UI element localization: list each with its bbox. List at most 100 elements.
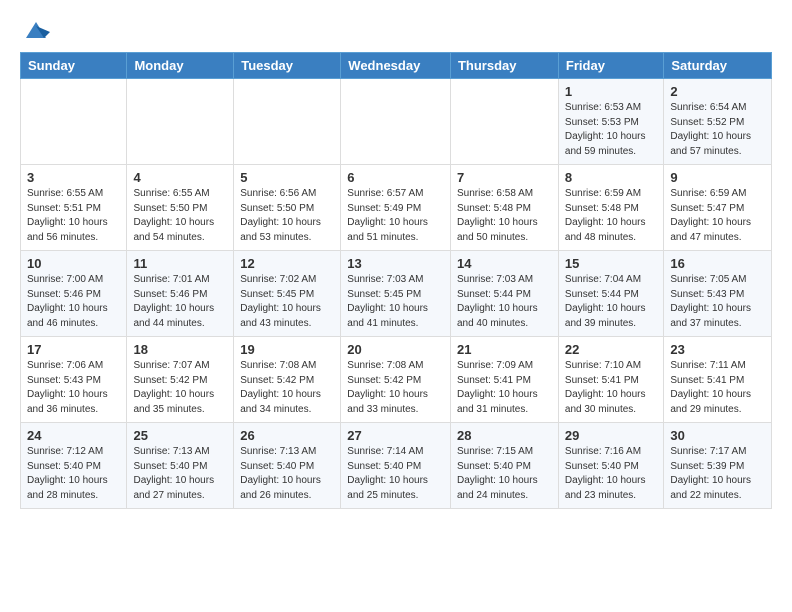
day-number: 17: [27, 342, 120, 357]
calendar-cell: 14 Sunrise: 7:03 AM Sunset: 5:44 PM Dayli…: [450, 251, 558, 337]
day-number: 8: [565, 170, 657, 185]
day-number: 14: [457, 256, 552, 271]
day-info: Sunrise: 7:10 AM Sunset: 5:41 PM Dayligh…: [565, 359, 657, 417]
day-number: 22: [565, 342, 657, 357]
calendar-cell: 6 Sunrise: 6:57 AM Sunset: 5:49 PM Daylig…: [341, 165, 451, 251]
day-number: 13: [347, 256, 444, 271]
weekday-header-thursday: Thursday: [450, 53, 558, 79]
weekday-header-friday: Friday: [558, 53, 663, 79]
day-number: 11: [133, 256, 227, 271]
day-info: Sunrise: 7:04 AM Sunset: 5:44 PM Dayligh…: [565, 273, 657, 331]
day-info: Sunrise: 7:08 AM Sunset: 5:42 PM Dayligh…: [240, 359, 334, 417]
calendar-cell: 4 Sunrise: 6:55 AM Sunset: 5:50 PM Daylig…: [127, 165, 234, 251]
logo-text-block: [20, 16, 50, 40]
calendar-cell: [450, 79, 558, 165]
day-number: 6: [347, 170, 444, 185]
calendar-cell: 19 Sunrise: 7:08 AM Sunset: 5:42 PM Dayli…: [234, 337, 341, 423]
day-info: Sunrise: 6:54 AM Sunset: 5:52 PM Dayligh…: [670, 101, 765, 159]
day-info: Sunrise: 7:16 AM Sunset: 5:40 PM Dayligh…: [565, 445, 657, 503]
calendar-cell: 21 Sunrise: 7:09 AM Sunset: 5:41 PM Dayli…: [450, 337, 558, 423]
weekday-header-monday: Monday: [127, 53, 234, 79]
day-number: 23: [670, 342, 765, 357]
calendar-cell: 8 Sunrise: 6:59 AM Sunset: 5:48 PM Daylig…: [558, 165, 663, 251]
day-info: Sunrise: 6:53 AM Sunset: 5:53 PM Dayligh…: [565, 101, 657, 159]
day-info: Sunrise: 6:55 AM Sunset: 5:51 PM Dayligh…: [27, 187, 120, 245]
day-number: 19: [240, 342, 334, 357]
day-number: 2: [670, 84, 765, 99]
calendar-cell: 2 Sunrise: 6:54 AM Sunset: 5:52 PM Daylig…: [664, 79, 772, 165]
weekday-header-sunday: Sunday: [21, 53, 127, 79]
calendar-cell: 22 Sunrise: 7:10 AM Sunset: 5:41 PM Dayli…: [558, 337, 663, 423]
day-number: 7: [457, 170, 552, 185]
day-number: 3: [27, 170, 120, 185]
calendar-cell: 9Sunrise: 6:59 AM Sunset: 5:47 PM Daylig…: [664, 165, 772, 251]
day-number: 27: [347, 428, 444, 443]
week-row-3: 10Sunrise: 7:00 AM Sunset: 5:46 PM Dayli…: [21, 251, 772, 337]
day-info: Sunrise: 6:59 AM Sunset: 5:48 PM Dayligh…: [565, 187, 657, 245]
calendar-cell: 5 Sunrise: 6:56 AM Sunset: 5:50 PM Daylig…: [234, 165, 341, 251]
logo: [20, 16, 50, 40]
calendar-cell: 26Sunrise: 7:13 AM Sunset: 5:40 PM Dayli…: [234, 423, 341, 509]
calendar-cell: 30 Sunrise: 7:17 AM Sunset: 5:39 PM Dayli…: [664, 423, 772, 509]
calendar-cell: 28 Sunrise: 7:15 AM Sunset: 5:40 PM Dayli…: [450, 423, 558, 509]
day-info: Sunrise: 7:06 AM Sunset: 5:43 PM Dayligh…: [27, 359, 120, 417]
calendar-cell: 23Sunrise: 7:11 AM Sunset: 5:41 PM Dayli…: [664, 337, 772, 423]
calendar-cell: 17 Sunrise: 7:06 AM Sunset: 5:43 PM Dayli…: [21, 337, 127, 423]
day-info: Sunrise: 7:17 AM Sunset: 5:39 PM Dayligh…: [670, 445, 765, 503]
calendar-cell: 24 Sunrise: 7:12 AM Sunset: 5:40 PM Dayli…: [21, 423, 127, 509]
day-info: Sunrise: 7:14 AM Sunset: 5:40 PM Dayligh…: [347, 445, 444, 503]
day-number: 24: [27, 428, 120, 443]
day-info: Sunrise: 7:02 AM Sunset: 5:45 PM Dayligh…: [240, 273, 334, 331]
day-number: 18: [133, 342, 227, 357]
day-number: 30: [670, 428, 765, 443]
day-number: 20: [347, 342, 444, 357]
day-number: 16: [670, 256, 765, 271]
header: [20, 16, 772, 40]
day-number: 28: [457, 428, 552, 443]
day-number: 4: [133, 170, 227, 185]
week-row-1: 1 Sunrise: 6:53 AM Sunset: 5:53 PM Daylig…: [21, 79, 772, 165]
day-info: Sunrise: 6:58 AM Sunset: 5:48 PM Dayligh…: [457, 187, 552, 245]
calendar-cell: 29Sunrise: 7:16 AM Sunset: 5:40 PM Dayli…: [558, 423, 663, 509]
calendar-cell: 16 Sunrise: 7:05 AM Sunset: 5:43 PM Dayli…: [664, 251, 772, 337]
week-row-4: 17 Sunrise: 7:06 AM Sunset: 5:43 PM Dayli…: [21, 337, 772, 423]
day-number: 1: [565, 84, 657, 99]
day-number: 21: [457, 342, 552, 357]
calendar-cell: 10Sunrise: 7:00 AM Sunset: 5:46 PM Dayli…: [21, 251, 127, 337]
calendar-cell: 13 Sunrise: 7:03 AM Sunset: 5:45 PM Dayli…: [341, 251, 451, 337]
day-info: Sunrise: 7:01 AM Sunset: 5:46 PM Dayligh…: [133, 273, 227, 331]
day-info: Sunrise: 7:05 AM Sunset: 5:43 PM Dayligh…: [670, 273, 765, 331]
day-info: Sunrise: 6:59 AM Sunset: 5:47 PM Dayligh…: [670, 187, 765, 245]
calendar-cell: 18 Sunrise: 7:07 AM Sunset: 5:42 PM Dayli…: [127, 337, 234, 423]
page: SundayMondayTuesdayWednesdayThursdayFrid…: [0, 0, 792, 525]
calendar-cell: 27 Sunrise: 7:14 AM Sunset: 5:40 PM Dayli…: [341, 423, 451, 509]
week-row-2: 3 Sunrise: 6:55 AM Sunset: 5:51 PM Daylig…: [21, 165, 772, 251]
calendar-cell: 11 Sunrise: 7:01 AM Sunset: 5:46 PM Dayli…: [127, 251, 234, 337]
day-info: Sunrise: 7:13 AM Sunset: 5:40 PM Dayligh…: [133, 445, 227, 503]
calendar-cell: 20Sunrise: 7:08 AM Sunset: 5:42 PM Dayli…: [341, 337, 451, 423]
day-info: Sunrise: 7:03 AM Sunset: 5:44 PM Dayligh…: [457, 273, 552, 331]
day-info: Sunrise: 6:56 AM Sunset: 5:50 PM Dayligh…: [240, 187, 334, 245]
day-info: Sunrise: 7:00 AM Sunset: 5:46 PM Dayligh…: [27, 273, 120, 331]
day-info: Sunrise: 7:09 AM Sunset: 5:41 PM Dayligh…: [457, 359, 552, 417]
calendar-cell: [21, 79, 127, 165]
calendar-cell: [341, 79, 451, 165]
day-info: Sunrise: 6:57 AM Sunset: 5:49 PM Dayligh…: [347, 187, 444, 245]
calendar-cell: 15Sunrise: 7:04 AM Sunset: 5:44 PM Dayli…: [558, 251, 663, 337]
logo-icon: [22, 16, 50, 44]
week-row-5: 24 Sunrise: 7:12 AM Sunset: 5:40 PM Dayli…: [21, 423, 772, 509]
calendar-cell: 25Sunrise: 7:13 AM Sunset: 5:40 PM Dayli…: [127, 423, 234, 509]
calendar-table: SundayMondayTuesdayWednesdayThursdayFrid…: [20, 52, 772, 509]
day-number: 12: [240, 256, 334, 271]
calendar-cell: 12 Sunrise: 7:02 AM Sunset: 5:45 PM Dayli…: [234, 251, 341, 337]
day-info: Sunrise: 6:55 AM Sunset: 5:50 PM Dayligh…: [133, 187, 227, 245]
weekday-header-wednesday: Wednesday: [341, 53, 451, 79]
calendar-cell: 3 Sunrise: 6:55 AM Sunset: 5:51 PM Daylig…: [21, 165, 127, 251]
weekday-header-row: SundayMondayTuesdayWednesdayThursdayFrid…: [21, 53, 772, 79]
day-info: Sunrise: 7:15 AM Sunset: 5:40 PM Dayligh…: [457, 445, 552, 503]
day-info: Sunrise: 7:07 AM Sunset: 5:42 PM Dayligh…: [133, 359, 227, 417]
calendar-cell: 1 Sunrise: 6:53 AM Sunset: 5:53 PM Daylig…: [558, 79, 663, 165]
day-number: 5: [240, 170, 334, 185]
day-info: Sunrise: 7:03 AM Sunset: 5:45 PM Dayligh…: [347, 273, 444, 331]
day-info: Sunrise: 7:12 AM Sunset: 5:40 PM Dayligh…: [27, 445, 120, 503]
